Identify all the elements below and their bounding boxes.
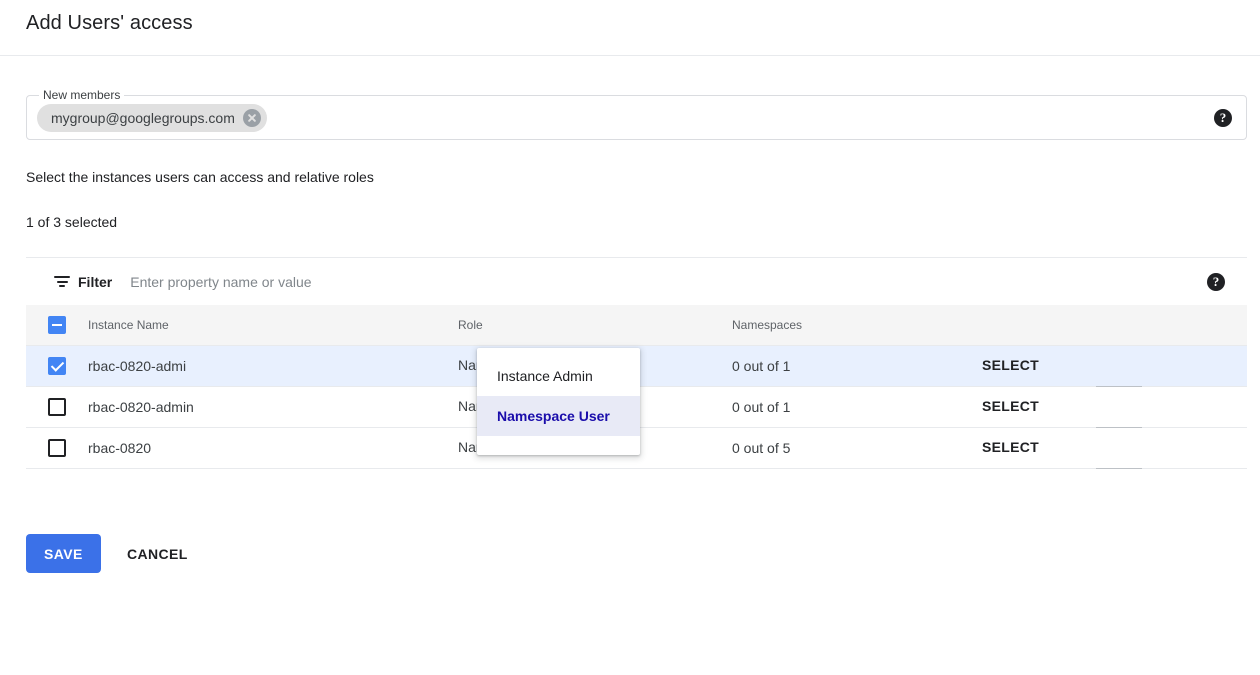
select-all-checkbox-cell	[26, 316, 88, 334]
cell-action: SELECT	[982, 357, 1167, 375]
cell-action: SELECT	[982, 439, 1167, 457]
selected-count-text: 1 of 3 selected	[26, 214, 117, 230]
close-circle-icon[interactable]	[243, 109, 261, 127]
row-checkbox[interactable]	[48, 357, 66, 375]
cell-namespaces: 0 out of 1	[732, 358, 982, 374]
add-users-access-dialog: Add Users' access New members mygroup@go…	[0, 0, 1260, 675]
select-all-checkbox[interactable]	[48, 316, 66, 334]
row-checkbox-cell	[26, 357, 88, 375]
column-header-namespaces: Namespaces	[732, 318, 982, 332]
cell-namespaces: 0 out of 1	[732, 399, 982, 415]
role-dropdown-menu: Instance Admin Namespace User	[477, 348, 640, 455]
cell-instance-name: rbac-0820-admi	[88, 358, 458, 374]
help-icon[interactable]: ?	[1214, 109, 1232, 127]
cell-instance-name: rbac-0820-admin	[88, 399, 458, 415]
column-header-instance-name: Instance Name	[88, 318, 458, 332]
cancel-button[interactable]: CANCEL	[113, 534, 202, 573]
cell-action: SELECT	[982, 398, 1167, 416]
column-resize-mark	[1096, 468, 1142, 469]
member-chip[interactable]: mygroup@googlegroups.com	[37, 104, 267, 132]
filter-bar: Filter ?	[26, 257, 1247, 305]
cell-instance-name: rbac-0820	[88, 440, 458, 456]
instructions-text: Select the instances users can access an…	[26, 169, 374, 185]
row-checkbox[interactable]	[48, 398, 66, 416]
new-members-field[interactable]: New members mygroup@googlegroups.com ?	[26, 95, 1247, 140]
select-namespaces-button[interactable]: SELECT	[982, 398, 1039, 414]
save-button[interactable]: SAVE	[26, 534, 101, 573]
row-checkbox-cell	[26, 398, 88, 416]
cell-namespaces: 0 out of 5	[732, 440, 982, 456]
help-icon[interactable]: ?	[1207, 273, 1225, 291]
filter-label: Filter	[78, 274, 112, 290]
dropdown-item-instance-admin[interactable]: Instance Admin	[477, 356, 640, 396]
select-namespaces-button[interactable]: SELECT	[982, 439, 1039, 455]
dropdown-item-namespace-user[interactable]: Namespace User	[477, 396, 640, 436]
table-header-row: Instance Name Role Namespaces	[26, 305, 1247, 346]
row-checkbox-cell	[26, 439, 88, 457]
filter-icon	[54, 275, 70, 289]
member-chip-label: mygroup@googlegroups.com	[51, 110, 235, 126]
new-members-label: New members	[39, 88, 124, 102]
title-divider	[0, 55, 1260, 56]
page-title: Add Users' access	[26, 12, 193, 35]
column-header-role: Role	[458, 318, 732, 332]
select-namespaces-button[interactable]: SELECT	[982, 357, 1039, 373]
filter-input[interactable]	[128, 273, 648, 291]
row-checkbox[interactable]	[48, 439, 66, 457]
